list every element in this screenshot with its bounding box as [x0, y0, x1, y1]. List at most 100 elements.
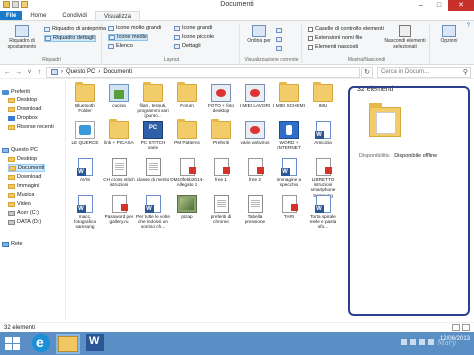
- details-pane-button[interactable]: Riquadro dettagli: [44, 35, 96, 42]
- file-item[interactable]: IMU: [306, 82, 340, 108]
- details-view-icon[interactable]: [452, 324, 460, 331]
- sidebar-item[interactable]: Video: [8, 200, 31, 208]
- group-by-button[interactable]: [276, 27, 284, 34]
- file-item[interactable]: I MIEI SCHEMI: [272, 82, 306, 108]
- file-item[interactable]: Amicizia: [306, 121, 340, 145]
- file-item[interactable]: DM10febb2014-Allegato 1: [170, 158, 204, 187]
- file-item[interactable]: cucina: [102, 84, 136, 108]
- layout-option[interactable]: Dettagli: [174, 43, 201, 50]
- tab-view[interactable]: Visualizza: [95, 11, 140, 20]
- address-bar[interactable]: › Questo PC › Documenti: [46, 67, 360, 78]
- layout-option-selected[interactable]: Icone medie: [108, 34, 148, 41]
- sidebar-item[interactable]: Risorse recenti: [8, 123, 54, 131]
- internet-explorer-icon[interactable]: [32, 334, 50, 352]
- sidebar-item[interactable]: Preferiti: [2, 88, 30, 96]
- sidebar-item[interactable]: Download: [8, 173, 41, 181]
- sidebar-item[interactable]: Immagini: [8, 182, 39, 190]
- file-item[interactable]: classe di merito: [136, 158, 170, 182]
- tray-icon[interactable]: [401, 339, 407, 345]
- file-item[interactable]: free 1: [204, 158, 238, 182]
- file-item[interactable]: PM Patterns: [170, 119, 204, 145]
- sidebar-item[interactable]: Acer (C:): [8, 209, 39, 217]
- start-button[interactable]: [3, 334, 25, 353]
- file-item[interactable]: WORD + INTERNET: [272, 121, 306, 150]
- add-columns-button[interactable]: [276, 36, 284, 43]
- tab-share[interactable]: Condividi: [54, 11, 95, 20]
- file-name: free 1: [215, 177, 227, 182]
- file-item[interactable]: macc. fotografica samsung: [68, 195, 102, 230]
- breadcrumb-this-pc[interactable]: Questo PC: [66, 68, 95, 77]
- checkbox[interactable]: [308, 27, 313, 32]
- size-columns-button[interactable]: [276, 45, 284, 52]
- sidebar-item[interactable]: Questo PC: [2, 146, 38, 154]
- file-item[interactable]: LE QUERCE: [68, 121, 102, 145]
- breadcrumb-documents[interactable]: Documenti: [103, 68, 132, 77]
- sidebar-item[interactable]: Desktop: [8, 155, 37, 163]
- back-button[interactable]: ←: [3, 68, 12, 77]
- forward-button[interactable]: →: [14, 68, 23, 77]
- close-button[interactable]: ✕: [448, 0, 474, 11]
- item-checkboxes-toggle[interactable]: Caselle di controllo elementi: [308, 26, 384, 33]
- sort-by-button[interactable]: Ordina per: [246, 25, 272, 44]
- maximize-button[interactable]: □: [430, 0, 448, 11]
- preview-pane-button[interactable]: Riquadro di anteprima: [44, 26, 106, 33]
- word-document-icon: [76, 158, 93, 176]
- sidebar-item[interactable]: Musica: [8, 191, 34, 199]
- file-item[interactable]: free 2: [238, 158, 272, 182]
- file-item[interactable]: FOTO + foto desktop: [204, 84, 238, 113]
- file-item[interactable]: Password per gallery.ru: [102, 195, 136, 224]
- checkbox[interactable]: [308, 45, 313, 50]
- options-button[interactable]: Opzioni: [434, 25, 464, 44]
- dropbox-icon: [8, 115, 15, 121]
- file-item[interactable]: Bluetooth Folder: [68, 82, 102, 113]
- large-icons-view-icon[interactable]: [462, 324, 470, 331]
- sidebar-item[interactable]: Desktop: [8, 96, 37, 104]
- sidebar-item[interactable]: DATA (D:): [8, 218, 41, 226]
- sidebar-item[interactable]: Download: [8, 105, 41, 113]
- hidden-items-toggle[interactable]: Elementi nascosti: [308, 44, 358, 51]
- word-icon[interactable]: [86, 334, 104, 351]
- navigation-pane-button[interactable]: Riquadro di spostamento: [4, 25, 40, 50]
- file-item[interactable]: Torta spirale mele e pasta sfo...: [306, 195, 340, 230]
- file-item[interactable]: Preferiti: [204, 119, 238, 145]
- file-item[interactable]: PC STITCH varie: [136, 121, 170, 150]
- file-explorer-icon[interactable]: [58, 336, 78, 352]
- file-item[interactable]: CH cross stitch istruzioni: [102, 158, 136, 187]
- file-item[interactable]: Forum: [170, 82, 204, 108]
- tray-icon[interactable]: [410, 339, 416, 345]
- file-name: LE QUERCE: [71, 140, 99, 145]
- file-item[interactable]: AVIS: [68, 158, 102, 182]
- file-item[interactable]: pizap: [170, 195, 204, 219]
- file-item[interactable]: preferiti di chrome: [204, 195, 238, 224]
- tab-file[interactable]: File: [0, 11, 23, 20]
- file-item[interactable]: immagine a specchio: [272, 158, 306, 187]
- hide-selected-button[interactable]: Nascondi elementi selezionati: [382, 25, 428, 50]
- layout-option[interactable]: Icone molto grandi: [108, 25, 161, 32]
- file-item[interactable]: filati , tessuti, programmi vari (punto.…: [136, 82, 170, 119]
- sidebar-item[interactable]: Documenti: [8, 164, 46, 172]
- file-extensions-toggle[interactable]: Estensioni nomi file: [308, 35, 362, 42]
- refresh-button[interactable]: ↻: [361, 67, 373, 78]
- file-item[interactable]: LIBRETTO istruzioni smartphone Samsung: [306, 158, 340, 198]
- file-item[interactable]: Per tutte le volte che indossi un sorris…: [136, 195, 170, 230]
- recent-locations-icon[interactable]: ˅: [25, 68, 34, 77]
- up-button[interactable]: ↑: [35, 68, 44, 77]
- windows-logo-icon: [13, 344, 20, 350]
- checkbox[interactable]: [308, 36, 313, 41]
- minimize-button[interactable]: –: [412, 0, 430, 11]
- layout-option[interactable]: Icone grandi: [174, 25, 212, 32]
- sidebar-item[interactable]: Dropbox: [8, 114, 38, 122]
- file-item[interactable]: Tabella pressione: [238, 195, 272, 224]
- network-icon[interactable]: [428, 339, 434, 345]
- search-input[interactable]: Cerca in Docum... ⚲: [377, 67, 471, 78]
- tab-home[interactable]: Home: [22, 11, 54, 20]
- help-icon[interactable]: ?: [467, 23, 470, 29]
- file-item[interactable]: varie antivirus: [238, 121, 272, 145]
- file-item[interactable]: I MIEI LAVORI: [238, 84, 272, 108]
- sidebar-item[interactable]: Rete: [2, 240, 23, 248]
- layout-option[interactable]: Elenco: [108, 43, 133, 50]
- layout-option[interactable]: Icone piccole: [174, 34, 214, 41]
- file-item[interactable]: TARI: [272, 195, 306, 219]
- volume-icon[interactable]: [419, 339, 425, 345]
- file-item[interactable]: link + PICASA: [102, 119, 136, 145]
